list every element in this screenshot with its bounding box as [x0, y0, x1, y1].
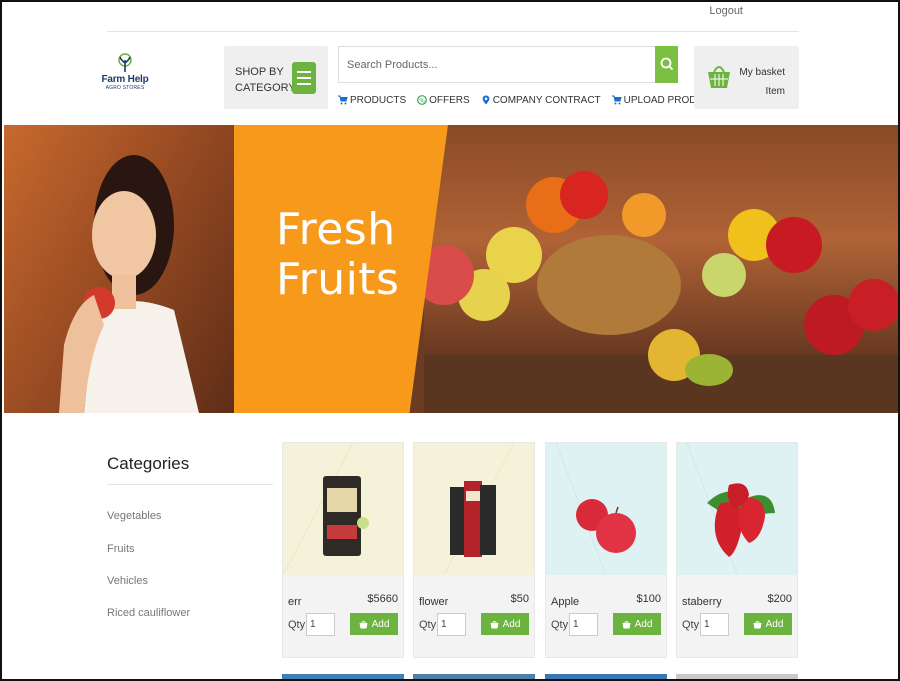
banner-fruit-photo: [414, 125, 898, 413]
location-pin-icon: [482, 95, 490, 105]
product-name[interactable]: staberry: [682, 596, 722, 608]
banner-headline-line2: Fruits: [276, 254, 400, 305]
top-bar: Logout: [107, 2, 799, 32]
my-basket-button[interactable]: My basket Item: [694, 46, 799, 109]
qty-input[interactable]: [569, 613, 598, 636]
product-card-partial: [676, 674, 798, 679]
product-price: $5660: [367, 593, 398, 605]
product-card: Apple $100 Qty Add: [545, 442, 667, 658]
category-item-vegetables[interactable]: Vegetables: [107, 510, 161, 522]
logo[interactable]: Farm Help AGRO STORES: [95, 52, 155, 102]
nav-link-offers[interactable]: % OFFERS: [417, 93, 470, 107]
add-button-label: Add: [502, 618, 521, 630]
product-card: flower $50 Qty Add: [413, 442, 535, 658]
fruit-basket-image: [414, 171, 898, 413]
logo-title: Farm Help: [101, 74, 149, 85]
categories-heading: Categories: [107, 454, 190, 473]
nav-link-label: COMPANY CONTRACT: [492, 94, 601, 106]
woman-eating-apple-image: [59, 155, 199, 413]
add-to-basket-button[interactable]: Add: [744, 613, 792, 635]
category-item-vehicles[interactable]: Vehicles: [107, 575, 148, 587]
product-image-strawberry[interactable]: [677, 443, 797, 575]
add-to-basket-button[interactable]: Add: [481, 613, 529, 635]
shop-by-category-button[interactable]: SHOP BY CATEGORY: [224, 46, 328, 109]
shop-by-category-label: SHOP BY CATEGORY: [235, 66, 296, 94]
search-button[interactable]: [655, 46, 678, 83]
categories-divider: [107, 484, 273, 485]
product-card: err $5660 Qty Add: [282, 442, 404, 658]
search-icon: [660, 57, 674, 71]
product-card-partial: [282, 674, 404, 679]
basket-icon: [490, 620, 499, 628]
qty-label: Qty: [551, 619, 569, 631]
basket-icon: [753, 620, 762, 628]
product-image-err[interactable]: [283, 443, 403, 575]
category-item-riced-cauliflower[interactable]: Riced cauliflower: [107, 607, 190, 619]
product-card-partial: [545, 674, 667, 679]
basket-icon: [708, 66, 730, 88]
basket-label-line1: My basket: [739, 67, 785, 78]
qty-label: Qty: [682, 619, 700, 631]
banner-woman-photo: [4, 125, 244, 413]
nav-link-label: PRODUCTS: [350, 94, 407, 106]
product-name[interactable]: err: [288, 596, 301, 608]
qty-label: Qty: [288, 619, 306, 631]
product-price: $100: [636, 593, 661, 605]
banner-headline-line1: Fresh: [276, 204, 396, 255]
basket-label-line2: Item: [765, 86, 785, 97]
basket-label: My basket Item: [739, 63, 785, 101]
page-frame: Logout Farm Help AGRO STORES SHOP BY CAT…: [0, 0, 900, 681]
svg-text:%: %: [419, 97, 425, 104]
add-button-label: Add: [765, 618, 784, 630]
nav-link-company-contract[interactable]: COMPANY CONTRACT: [481, 93, 601, 107]
category-item-fruits[interactable]: Fruits: [107, 543, 135, 555]
nav-link-label: OFFERS: [429, 94, 470, 106]
qty-label: Qty: [419, 619, 437, 631]
qty-input[interactable]: [306, 613, 335, 636]
nav-link-products[interactable]: PRODUCTS: [338, 93, 406, 107]
cart-icon: [338, 95, 348, 105]
search-input[interactable]: [338, 46, 656, 83]
product-card-partial: [413, 674, 535, 679]
logo-subtitle: AGRO STORES: [105, 85, 145, 91]
nav-links: PRODUCTS % OFFERS COMPANY CONTRACT UPLOA…: [338, 93, 717, 107]
offers-icon: %: [417, 95, 428, 105]
product-card: staberry $200 Qty Add: [676, 442, 798, 658]
cart-icon: [611, 95, 622, 105]
banner-headline: Fresh Fruits: [276, 205, 399, 305]
product-name[interactable]: Apple: [551, 596, 579, 608]
qty-input[interactable]: [700, 613, 729, 636]
add-to-basket-button[interactable]: Add: [350, 613, 398, 635]
product-price: $200: [767, 593, 792, 605]
product-name[interactable]: flower: [419, 596, 448, 608]
hero-banner[interactable]: Fresh Fruits: [4, 125, 898, 413]
product-image-flower[interactable]: [414, 443, 534, 575]
logout-link[interactable]: Logout: [709, 5, 743, 17]
add-to-basket-button[interactable]: Add: [613, 613, 661, 635]
sprout-icon: [118, 53, 132, 72]
add-button-label: Add: [634, 618, 653, 630]
basket-icon: [622, 620, 631, 628]
qty-input[interactable]: [437, 613, 466, 636]
add-button-label: Add: [371, 618, 390, 630]
basket-icon: [359, 620, 368, 628]
product-price: $50: [510, 593, 529, 605]
product-image-apple[interactable]: [546, 443, 666, 575]
hamburger-menu-icon: [292, 62, 316, 94]
